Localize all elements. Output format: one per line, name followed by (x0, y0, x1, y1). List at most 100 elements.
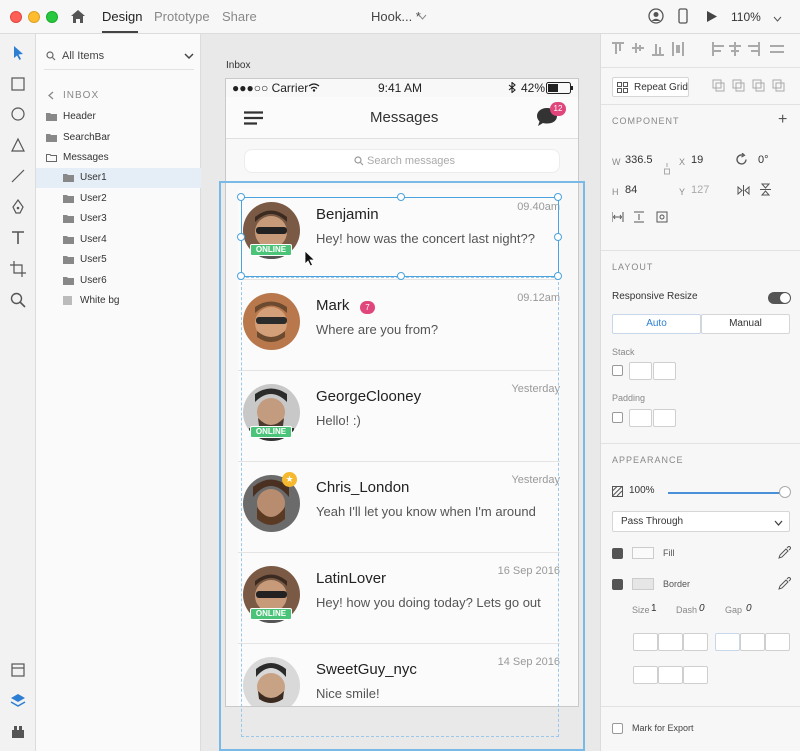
select-tool-icon[interactable] (9, 44, 27, 62)
layer-user6[interactable]: User6 (36, 271, 201, 291)
layer-user1[interactable]: User1 (36, 168, 201, 188)
lock-aspect-icon[interactable] (664, 163, 670, 177)
play-icon[interactable] (706, 10, 718, 26)
resize-handle[interactable] (397, 193, 405, 201)
border-size-value[interactable]: 1 (651, 603, 657, 614)
chevron-down-icon (184, 53, 194, 60)
text-tool-icon[interactable] (9, 229, 27, 247)
stack-horizontal-icon[interactable] (653, 362, 676, 380)
manual-button[interactable]: Manual (701, 314, 790, 334)
x-value[interactable]: 19 (691, 154, 703, 166)
padding-checkbox[interactable] (612, 412, 623, 423)
resize-handle[interactable] (237, 272, 245, 280)
zoom-chevron-icon[interactable] (773, 13, 782, 25)
layers-filter[interactable]: All Items (44, 44, 194, 70)
layer-label: User1 (80, 172, 107, 183)
resize-handle[interactable] (554, 233, 562, 241)
line-tool-icon[interactable] (9, 167, 27, 185)
rectangle-tool-icon[interactable] (9, 75, 27, 93)
device-preview-icon[interactable] (678, 8, 688, 27)
height-value[interactable]: 84 (625, 184, 637, 196)
stroke-inside-icon[interactable] (715, 633, 740, 651)
align-icons[interactable] (612, 42, 702, 56)
layers-panel-icon[interactable] (9, 692, 27, 710)
padding-uniform-icon[interactable] (629, 409, 652, 427)
opacity-value[interactable]: 100% (629, 485, 655, 496)
resize-handle[interactable] (554, 193, 562, 201)
border-gap-value[interactable]: 0 (746, 603, 752, 614)
canvas[interactable]: Inbox ●●●○○ Carrier 9:41 AM 42% Messages… (201, 34, 600, 751)
user-avatar-icon[interactable] (648, 8, 664, 27)
menu-icon[interactable] (244, 111, 263, 125)
pen-tool-icon[interactable] (9, 198, 27, 216)
padding-individual-icon[interactable] (653, 409, 676, 427)
rotation-value[interactable]: 0° (758, 154, 769, 166)
fixed-position-icons[interactable] (612, 211, 692, 223)
layer-user2[interactable]: User2 (36, 189, 201, 209)
join-miter-icon[interactable] (633, 666, 658, 684)
close-window-button[interactable] (10, 11, 22, 23)
boolean-ops-icons[interactable] (712, 79, 792, 93)
flip-horizontal-icon[interactable] (737, 185, 750, 196)
stack-checkbox[interactable] (612, 365, 623, 376)
resize-handle[interactable] (237, 233, 245, 241)
distribute-icons[interactable] (712, 42, 792, 56)
resize-handle[interactable] (237, 193, 245, 201)
blend-mode-select[interactable]: Pass Through (612, 511, 790, 532)
tab-design[interactable]: Design (102, 9, 142, 24)
layer-user4[interactable]: User4 (36, 230, 201, 250)
border-swatch[interactable] (632, 578, 654, 590)
artboard-label[interactable]: Inbox (226, 60, 250, 71)
layer-user5[interactable]: User5 (36, 250, 201, 270)
polygon-tool-icon[interactable] (9, 136, 27, 154)
responsive-resize-toggle[interactable] (768, 292, 791, 304)
opacity-slider-track[interactable] (668, 492, 785, 494)
layer-white-bg[interactable]: White bg (36, 291, 201, 311)
y-value[interactable]: 127 (691, 184, 709, 196)
eyedropper-icon[interactable] (778, 546, 791, 559)
zoom-level[interactable]: 110% (731, 10, 761, 24)
layer-user3[interactable]: User3 (36, 209, 201, 229)
repeat-grid-button[interactable]: Repeat Grid (612, 77, 689, 97)
minimize-window-button[interactable] (28, 11, 40, 23)
cursor-icon (304, 250, 316, 267)
layer-messages[interactable]: Messages (36, 148, 201, 168)
tab-prototype[interactable]: Prototype (154, 9, 210, 24)
zoom-window-button[interactable] (46, 11, 58, 23)
flip-vertical-icon[interactable] (760, 183, 771, 196)
tab-share[interactable]: Share (222, 9, 257, 24)
layer-searchbar[interactable]: SearchBar (36, 128, 201, 148)
border-label: Border (663, 579, 691, 589)
ellipse-tool-icon[interactable] (9, 105, 27, 123)
border-checkbox[interactable] (612, 579, 623, 590)
add-component-icon[interactable]: + (778, 111, 787, 129)
chevron-down-icon[interactable] (418, 11, 427, 23)
auto-button[interactable]: Auto (612, 314, 701, 334)
join-bevel-icon[interactable] (658, 666, 683, 684)
stroke-outside-icon[interactable] (765, 633, 790, 651)
width-value[interactable]: 336.5 (625, 154, 653, 166)
mark-for-export-checkbox[interactable] (612, 723, 623, 734)
selection-box[interactable] (237, 193, 562, 280)
border-dash-value[interactable]: 0 (699, 603, 705, 614)
join-round-icon[interactable] (683, 666, 708, 684)
resize-handle[interactable] (554, 272, 562, 280)
document-title[interactable]: Hook... * (371, 9, 421, 24)
assets-panel-icon[interactable] (9, 661, 27, 679)
eyedropper-icon[interactable] (778, 577, 791, 590)
home-icon[interactable] (70, 9, 86, 27)
line-cap-round-icon[interactable] (658, 633, 683, 651)
layer-header[interactable]: Header (36, 107, 201, 127)
line-cap-square-icon[interactable] (683, 633, 708, 651)
line-cap-butt-icon[interactable] (633, 633, 658, 651)
fill-checkbox[interactable] (612, 548, 623, 559)
resize-handle[interactable] (397, 272, 405, 280)
stroke-center-icon[interactable] (740, 633, 765, 651)
fill-swatch[interactable] (632, 547, 654, 559)
zoom-tool-icon[interactable] (9, 291, 27, 309)
artboard-tool-icon[interactable] (9, 260, 27, 278)
plugins-icon[interactable] (9, 723, 27, 741)
opacity-slider-handle[interactable] (779, 486, 791, 498)
search-messages-input[interactable]: Search messages (244, 149, 560, 173)
stack-vertical-icon[interactable] (629, 362, 652, 380)
